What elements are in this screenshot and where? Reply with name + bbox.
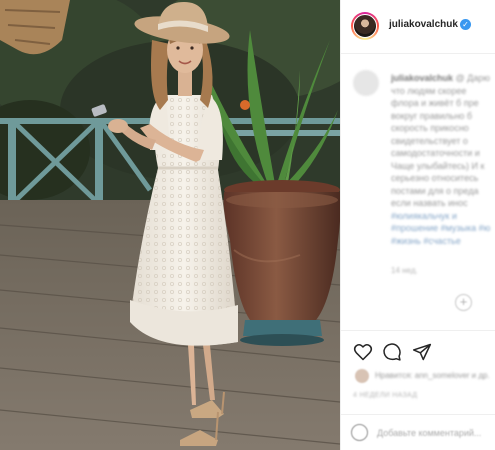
hashtag-line[interactable]: #прошение #музыка #ю [391, 222, 495, 235]
avatar[interactable] [353, 14, 377, 38]
post-date: 4 НЕДЕЛИ НАЗАД [353, 392, 418, 399]
smiley-icon[interactable] [351, 424, 368, 441]
actions-divider [341, 330, 495, 331]
caption-line: вокруг правильно б [391, 110, 473, 121]
comment-bubble-icon[interactable] [382, 342, 402, 362]
caption-time: 14 нед. [391, 266, 418, 275]
comment-bar [341, 414, 495, 450]
caption-line: Чаще улыбайтесь) И к [391, 160, 485, 171]
post-header: juliakovalchuk ✓ [341, 0, 495, 54]
caption-line: если назвать инос [391, 198, 468, 208]
caption-line: флора и живёт б пре [391, 98, 479, 108]
caption-line: серьезно относитесь [391, 173, 479, 183]
caption-text: @ Дарю [455, 73, 491, 83]
username-link[interactable]: juliakovalchuk [389, 19, 458, 30]
story-ring[interactable] [351, 12, 379, 40]
caption-line: скорость прикосно [391, 123, 469, 133]
verified-badge-icon: ✓ [460, 19, 471, 30]
liker-avatar[interactable] [355, 369, 369, 383]
caption-line: самодостаточности и [391, 148, 480, 158]
caption-line: постами для о преда [391, 185, 479, 196]
post-caption: juliakovalchuk @ Дарю что людям скорее ф… [391, 72, 495, 247]
caption-line-0: juliakovalchuk @ Дарю [391, 72, 495, 85]
comment-input[interactable] [377, 423, 492, 443]
caption-avatar[interactable] [353, 70, 379, 96]
caption-line: свидетельствует о [391, 135, 468, 146]
caption-username[interactable]: juliakovalchuk [391, 73, 453, 83]
hashtag-line[interactable]: #юлиякальчук и [391, 210, 495, 223]
paper-plane-icon[interactable] [412, 342, 432, 362]
caption-line: что людям скорее [391, 85, 467, 96]
post-photo[interactable] [0, 0, 340, 450]
plus-circle-icon[interactable]: + [455, 294, 472, 311]
post-photo-illustration [0, 0, 340, 450]
heart-icon[interactable] [353, 342, 373, 362]
hashtag-line[interactable]: #жизнь #счастье [391, 235, 495, 248]
likes-row[interactable]: Нравится: ann_somelover и др. [353, 368, 493, 386]
likes-text[interactable]: Нравится: ann_somelover и др. [375, 371, 490, 380]
post-side-panel: juliakovalchuk ✓ juliakovalchuk @ Дарю ч… [340, 0, 495, 450]
